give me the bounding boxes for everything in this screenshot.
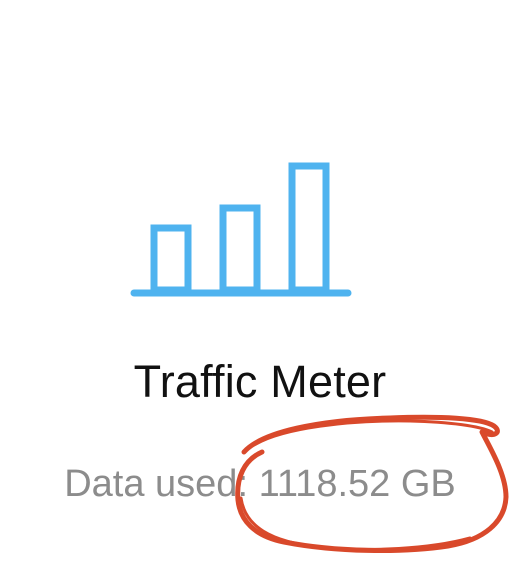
data-used-text: Data used: 1118.52 GB <box>0 454 520 514</box>
data-used-value: 1118.52 GB <box>258 463 456 505</box>
widget-title: Traffic Meter <box>133 356 387 407</box>
data-used-label: Data used <box>64 463 238 505</box>
bar-chart-icon <box>128 160 354 302</box>
data-used-separator: : <box>237 463 259 505</box>
traffic-meter-widget[interactable]: Traffic Meter Data used: 1118.52 GB <box>0 0 520 568</box>
